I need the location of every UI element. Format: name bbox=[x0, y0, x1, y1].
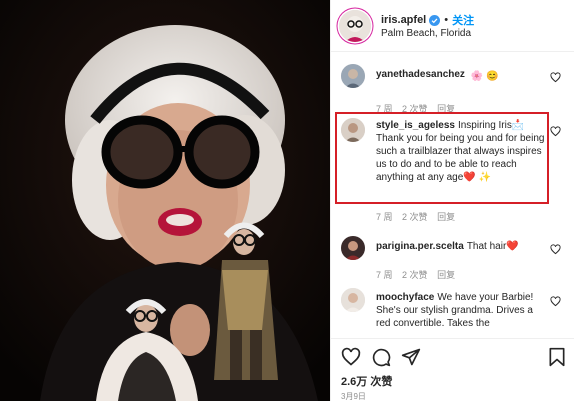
emoji-flower: 🌸 bbox=[470, 71, 484, 82]
post-actions-bar: 2.6万 次赞 3月9日 bbox=[331, 338, 574, 401]
comment-meta: 7 周 2 次赞 回复 bbox=[376, 268, 462, 281]
post-date[interactable]: 3月9日 bbox=[341, 391, 366, 401]
comment-likes[interactable]: 2 次赞 bbox=[402, 104, 428, 114]
reply-button[interactable]: 回复 bbox=[437, 212, 455, 222]
comment-like-heart-icon[interactable] bbox=[550, 296, 561, 307]
bookmark-icon[interactable] bbox=[547, 347, 567, 367]
commenter-username[interactable]: parigina.per.scelta bbox=[376, 241, 464, 252]
commenter-username[interactable]: moochyface bbox=[376, 292, 434, 303]
post-image bbox=[0, 0, 330, 401]
reply-button[interactable]: 回复 bbox=[437, 270, 455, 280]
comment-likes[interactable]: 2 次赞 bbox=[402, 212, 428, 222]
comment-icon[interactable] bbox=[371, 347, 391, 367]
post-photo bbox=[0, 0, 330, 401]
verified-badge-icon bbox=[429, 14, 441, 26]
comment-like-heart-icon[interactable] bbox=[550, 126, 561, 137]
commenter-avatar[interactable] bbox=[341, 236, 365, 260]
paper-plane-icon[interactable] bbox=[401, 347, 421, 367]
commenter-avatar[interactable] bbox=[341, 288, 365, 312]
comment-meta: 7 周 2 次赞 回复 bbox=[376, 210, 462, 223]
comment-time[interactable]: 7 周 bbox=[376, 104, 393, 114]
post-side-panel: iris.apfel • 关注 Palm Beach, Florida yane… bbox=[330, 0, 574, 401]
comment-text-block: style_is_ageless Inspiring Iris📩 Thank yo… bbox=[376, 119, 546, 184]
commenter-username[interactable]: style_is_ageless bbox=[376, 120, 455, 131]
commenter-avatar[interactable] bbox=[341, 118, 365, 142]
comment-like-heart-icon[interactable] bbox=[550, 72, 561, 83]
commenter-username[interactable]: yanethadesanchez bbox=[376, 69, 465, 80]
comment-time[interactable]: 7 周 bbox=[376, 270, 393, 280]
comment-text: That hair❤️ bbox=[466, 241, 519, 252]
separator-dot: • bbox=[444, 14, 449, 26]
author-avatar[interactable] bbox=[339, 10, 371, 42]
comment-time[interactable]: 7 周 bbox=[376, 212, 393, 222]
emoji-smile: 😊 bbox=[485, 71, 499, 82]
heart-icon[interactable] bbox=[341, 347, 361, 367]
comments-list[interactable]: yanethadesanchez 🌸 😊 7 周 2 次赞 回复 style_i… bbox=[331, 52, 574, 338]
reply-button[interactable]: 回复 bbox=[437, 104, 455, 114]
commenter-avatar[interactable] bbox=[341, 64, 365, 88]
author-username[interactable]: iris.apfel bbox=[381, 14, 426, 26]
comment-meta: 7 周 2 次赞 回复 bbox=[376, 102, 462, 115]
post-location[interactable]: Palm Beach, Florida bbox=[381, 28, 471, 39]
follow-button[interactable]: 关注 bbox=[452, 12, 474, 28]
likes-count[interactable]: 2.6万 次赞 bbox=[341, 373, 392, 389]
post-header: iris.apfel • 关注 Palm Beach, Florida bbox=[331, 0, 574, 52]
comment-likes[interactable]: 2 次赞 bbox=[402, 270, 428, 280]
comment-like-heart-icon[interactable] bbox=[550, 244, 561, 255]
